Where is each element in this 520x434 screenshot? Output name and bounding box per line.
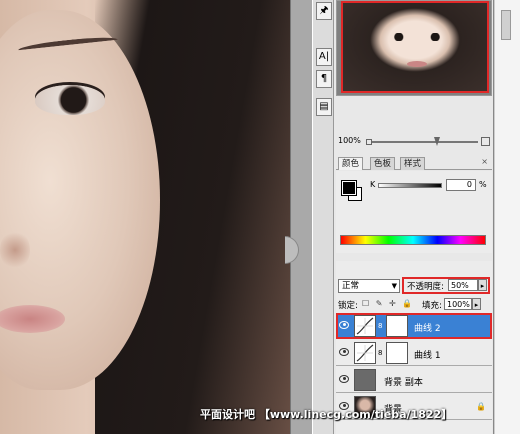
panels-column: 100% 颜色 色板 样式 × K 0 % 图层 通道 路径 × 正常 不透明度… bbox=[334, 0, 494, 434]
link-chain-icon[interactable]: 8 bbox=[378, 349, 382, 357]
visibility-eye-icon[interactable] bbox=[339, 348, 349, 356]
layer-row-background-copy[interactable]: 背景 副本 bbox=[336, 367, 492, 393]
scrollbar-thumb[interactable] bbox=[501, 10, 511, 40]
lock-options-icons[interactable]: ☐ ✎ ✛ 🔒 bbox=[362, 299, 414, 308]
foreground-color-swatch[interactable] bbox=[341, 180, 357, 196]
k-channel-slider[interactable] bbox=[378, 183, 442, 188]
layer-mask-thumbnail[interactable] bbox=[386, 342, 408, 364]
lock-icon: 🔒 bbox=[476, 402, 486, 411]
canvas-nose-shadow bbox=[0, 230, 30, 270]
k-unit-label: % bbox=[479, 180, 487, 189]
tab-swatches[interactable]: 色板 bbox=[370, 157, 396, 170]
document-canvas[interactable] bbox=[0, 0, 290, 434]
layer-mask-thumbnail[interactable] bbox=[386, 315, 408, 337]
panel-dock-icons: 🖈 A| ¶ ▤ bbox=[312, 0, 334, 434]
opacity-label: 不透明度: bbox=[407, 282, 444, 292]
navigator-eyes bbox=[391, 33, 443, 41]
navigator-zoom-bar: 100% bbox=[336, 136, 492, 148]
fill-label: 填充: bbox=[422, 301, 442, 311]
layer-thumbnail bbox=[354, 369, 376, 391]
zoom-in-icon[interactable] bbox=[481, 137, 490, 146]
blend-mode-select[interactable]: 正常 bbox=[338, 279, 400, 293]
visibility-eye-icon[interactable] bbox=[339, 321, 349, 329]
layer-name[interactable]: 曲线 2 bbox=[414, 321, 441, 334]
notes-panel-icon[interactable]: ▤ bbox=[316, 98, 332, 116]
k-channel-input[interactable]: 0 bbox=[446, 179, 476, 191]
opacity-input[interactable]: 50% bbox=[448, 279, 478, 291]
color-panel-tabs: 颜色 色板 样式 × bbox=[336, 156, 492, 170]
k-channel-label: K bbox=[370, 180, 376, 189]
fill-input[interactable]: 100% bbox=[444, 298, 472, 310]
navigator-mouth bbox=[407, 61, 427, 67]
paragraph-panel-icon[interactable]: ¶ bbox=[316, 70, 332, 88]
layer-row-curves-2[interactable]: 8 曲线 2 bbox=[336, 313, 492, 339]
panel-scroll-strip bbox=[494, 0, 520, 434]
navigator-panel bbox=[336, 0, 492, 96]
canvas-eye bbox=[35, 85, 105, 115]
layer-row-curves-1[interactable]: 8 曲线 1 bbox=[336, 340, 492, 366]
canvas-pasteboard bbox=[285, 0, 312, 434]
clone-source-icon[interactable]: 🖈 bbox=[316, 2, 332, 20]
color-spectrum-ramp[interactable] bbox=[340, 235, 486, 245]
tab-color[interactable]: 颜色 bbox=[338, 157, 364, 170]
layer-name[interactable]: 背景 副本 bbox=[384, 375, 423, 388]
zoom-slider-track[interactable] bbox=[372, 141, 478, 143]
navigator-proxy-view[interactable] bbox=[341, 1, 489, 93]
layer-name[interactable]: 曲线 1 bbox=[414, 348, 441, 361]
close-icon[interactable]: × bbox=[481, 157, 488, 166]
color-panel: K 0 % bbox=[336, 171, 492, 253]
lock-fill-row: 锁定: ☐ ✎ ✛ 🔒 填充: 100% ▸ bbox=[338, 298, 490, 312]
lock-label: 锁定: bbox=[338, 301, 358, 311]
fill-arrow-icon[interactable]: ▸ bbox=[472, 298, 481, 310]
character-panel-icon[interactable]: A| bbox=[316, 48, 332, 66]
watermark-text: 平面设计吧 【www.linecg.com/tieba/1822】 bbox=[200, 408, 453, 421]
panel-collapse-handle[interactable] bbox=[285, 236, 299, 264]
curves-adjustment-icon bbox=[354, 315, 376, 337]
opacity-control: 不透明度: 50% ▸ bbox=[402, 277, 490, 294]
opacity-arrow-icon[interactable]: ▸ bbox=[478, 279, 487, 291]
visibility-eye-icon[interactable] bbox=[339, 375, 349, 383]
curves-adjustment-icon bbox=[354, 342, 376, 364]
zoom-value[interactable]: 100% bbox=[338, 136, 361, 145]
tab-styles[interactable]: 样式 bbox=[400, 157, 426, 170]
link-chain-icon[interactable]: 8 bbox=[378, 322, 382, 330]
